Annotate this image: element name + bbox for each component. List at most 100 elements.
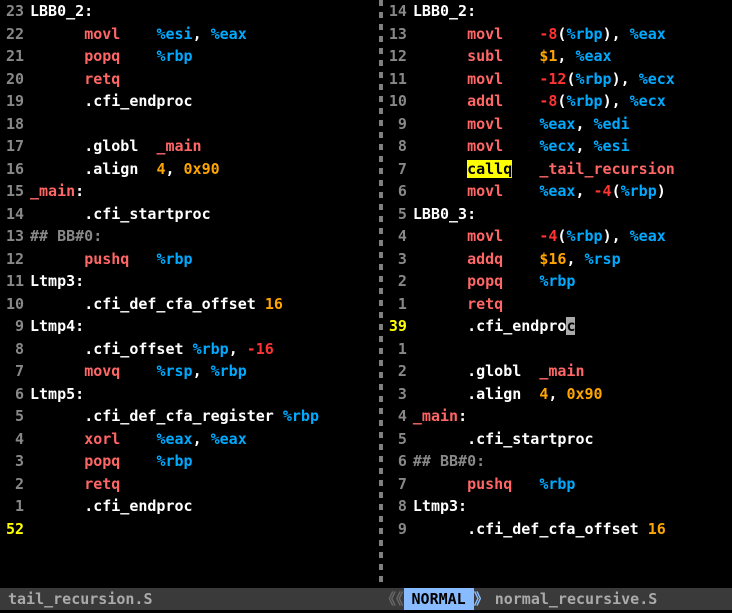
editor-split-view: 23LBB0_2:22 movl %esi, %eax21 popq %rbp2… xyxy=(0,0,732,585)
code-content: .align 4, 0x90 xyxy=(30,158,379,181)
code-line[interactable]: 14 .cfi_startproc xyxy=(0,203,379,226)
code-content: .cfi_startproc xyxy=(413,428,732,451)
code-line[interactable]: 8 movl %ecx, %esi xyxy=(383,135,732,158)
code-line[interactable]: 17 .globl _main xyxy=(0,135,379,158)
code-line[interactable]: 4 xorl %eax, %eax xyxy=(0,428,379,451)
code-line[interactable]: 12 subl $1, %eax xyxy=(383,45,732,68)
line-number: 5 xyxy=(383,428,413,451)
code-line[interactable]: 10 .cfi_def_cfa_offset 16 xyxy=(0,293,379,316)
mode-separator-icon: 》 xyxy=(474,588,489,611)
line-number: 4 xyxy=(383,225,413,248)
line-number: 13 xyxy=(0,225,30,248)
code-content: movl %eax, %edi xyxy=(413,113,732,136)
code-line[interactable]: 6 movl %eax, -4(%rbp) xyxy=(383,180,732,203)
line-number: 1 xyxy=(383,338,413,361)
line-number: 10 xyxy=(383,90,413,113)
right-pane[interactable]: 14LBB0_2:13 movl -8(%rbp), %eax12 subl $… xyxy=(383,0,732,585)
code-line[interactable]: 2 popq %rbp xyxy=(383,270,732,293)
line-number: 2 xyxy=(0,473,30,496)
code-line[interactable]: 16 .align 4, 0x90 xyxy=(0,158,379,181)
line-number: 4 xyxy=(0,428,30,451)
code-line[interactable]: 3 addq $16, %rsp xyxy=(383,248,732,271)
code-line[interactable]: 39 .cfi_endproc xyxy=(383,315,732,338)
code-content: addq $16, %rsp xyxy=(413,248,732,271)
code-line[interactable]: 11 movl -12(%rbp), %ecx xyxy=(383,68,732,91)
line-number: 23 xyxy=(0,0,30,23)
code-content: .align 4, 0x90 xyxy=(413,383,732,406)
code-line[interactable]: 8Ltmp3: xyxy=(383,495,732,518)
code-line[interactable]: 52 xyxy=(0,518,379,541)
code-line[interactable]: 7 movq %rsp, %rbp xyxy=(0,360,379,383)
code-content: movq %rsp, %rbp xyxy=(30,360,379,383)
code-content: movl %esi, %eax xyxy=(30,23,379,46)
line-number: 8 xyxy=(383,495,413,518)
line-number: 7 xyxy=(383,158,413,181)
line-number: 4 xyxy=(383,405,413,428)
code-line[interactable]: 22 movl %esi, %eax xyxy=(0,23,379,46)
code-content: .globl _main xyxy=(30,135,379,158)
status-right: 《《 NORMAL 》 normal_recursive.S xyxy=(381,588,732,611)
code-line[interactable]: 10 addl -8(%rbp), %ecx xyxy=(383,90,732,113)
code-content: addl -8(%rbp), %ecx xyxy=(413,90,732,113)
code-line[interactable]: 21 popq %rbp xyxy=(0,45,379,68)
code-line[interactable]: 5LBB0_3: xyxy=(383,203,732,226)
code-line[interactable]: 8 .cfi_offset %rbp, -16 xyxy=(0,338,379,361)
code-line[interactable]: 2 .globl _main xyxy=(383,360,732,383)
code-line[interactable]: 1 retq xyxy=(383,293,732,316)
line-number: 52 xyxy=(0,518,30,541)
code-line[interactable]: 15_main: xyxy=(0,180,379,203)
code-line[interactable]: 9Ltmp4: xyxy=(0,315,379,338)
code-line[interactable]: 12 pushq %rbp xyxy=(0,248,379,271)
code-line[interactable]: 23LBB0_2: xyxy=(0,0,379,23)
line-number: 20 xyxy=(0,68,30,91)
code-line[interactable]: 11Ltmp3: xyxy=(0,270,379,293)
code-line[interactable]: 5 .cfi_def_cfa_register %rbp xyxy=(0,405,379,428)
code-content: .cfi_startproc xyxy=(30,203,379,226)
line-number: 1 xyxy=(383,293,413,316)
code-line[interactable]: 4 movl -4(%rbp), %eax xyxy=(383,225,732,248)
code-line[interactable]: 3 popq %rbp xyxy=(0,450,379,473)
code-line[interactable]: 1 .cfi_endproc xyxy=(0,495,379,518)
code-line[interactable]: 2 retq xyxy=(0,473,379,496)
line-number: 1 xyxy=(0,495,30,518)
code-line[interactable]: 5 .cfi_startproc xyxy=(383,428,732,451)
code-line[interactable]: 19 .cfi_endproc xyxy=(0,90,379,113)
code-line[interactable]: 4_main: xyxy=(383,405,732,428)
code-content: ## BB#0: xyxy=(413,450,732,473)
code-content xyxy=(30,113,379,136)
code-content: Ltmp3: xyxy=(413,495,732,518)
code-line[interactable]: 18 xyxy=(0,113,379,136)
line-number: 8 xyxy=(0,338,30,361)
code-content: popq %rbp xyxy=(413,270,732,293)
status-right-filename: normal_recursive.S xyxy=(489,588,732,611)
code-line[interactable]: 13 movl -8(%rbp), %eax xyxy=(383,23,732,46)
code-line[interactable]: 7 pushq %rbp xyxy=(383,473,732,496)
code-line[interactable]: 9 movl %eax, %edi xyxy=(383,113,732,136)
line-number: 2 xyxy=(383,360,413,383)
code-line[interactable]: 6## BB#0: xyxy=(383,450,732,473)
line-number: 19 xyxy=(0,90,30,113)
line-number: 17 xyxy=(0,135,30,158)
code-line[interactable]: 9 .cfi_def_cfa_offset 16 xyxy=(383,518,732,541)
left-pane[interactable]: 23LBB0_2:22 movl %esi, %eax21 popq %rbp2… xyxy=(0,0,379,585)
line-number: 6 xyxy=(0,383,30,406)
line-number: 15 xyxy=(0,180,30,203)
mode-indicator: NORMAL xyxy=(404,588,474,611)
code-content: .cfi_offset %rbp, -16 xyxy=(30,338,379,361)
code-line[interactable]: 3 .align 4, 0x90 xyxy=(383,383,732,406)
line-number: 7 xyxy=(0,360,30,383)
code-line[interactable]: 14LBB0_2: xyxy=(383,0,732,23)
code-content: .cfi_def_cfa_register %rbp xyxy=(30,405,379,428)
code-line[interactable]: 7 callq _tail_recursion xyxy=(383,158,732,181)
code-content: pushq %rbp xyxy=(30,248,379,271)
code-line[interactable]: 20 retq xyxy=(0,68,379,91)
line-number: 12 xyxy=(0,248,30,271)
line-number: 10 xyxy=(0,293,30,316)
code-line[interactable]: 13## BB#0: xyxy=(0,225,379,248)
code-content: Ltmp3: xyxy=(30,270,379,293)
line-number: 21 xyxy=(0,45,30,68)
code-line[interactable]: 1 xyxy=(383,338,732,361)
code-line[interactable]: 6Ltmp5: xyxy=(0,383,379,406)
code-content: movl %eax, -4(%rbp) xyxy=(413,180,732,203)
code-content: subl $1, %eax xyxy=(413,45,732,68)
